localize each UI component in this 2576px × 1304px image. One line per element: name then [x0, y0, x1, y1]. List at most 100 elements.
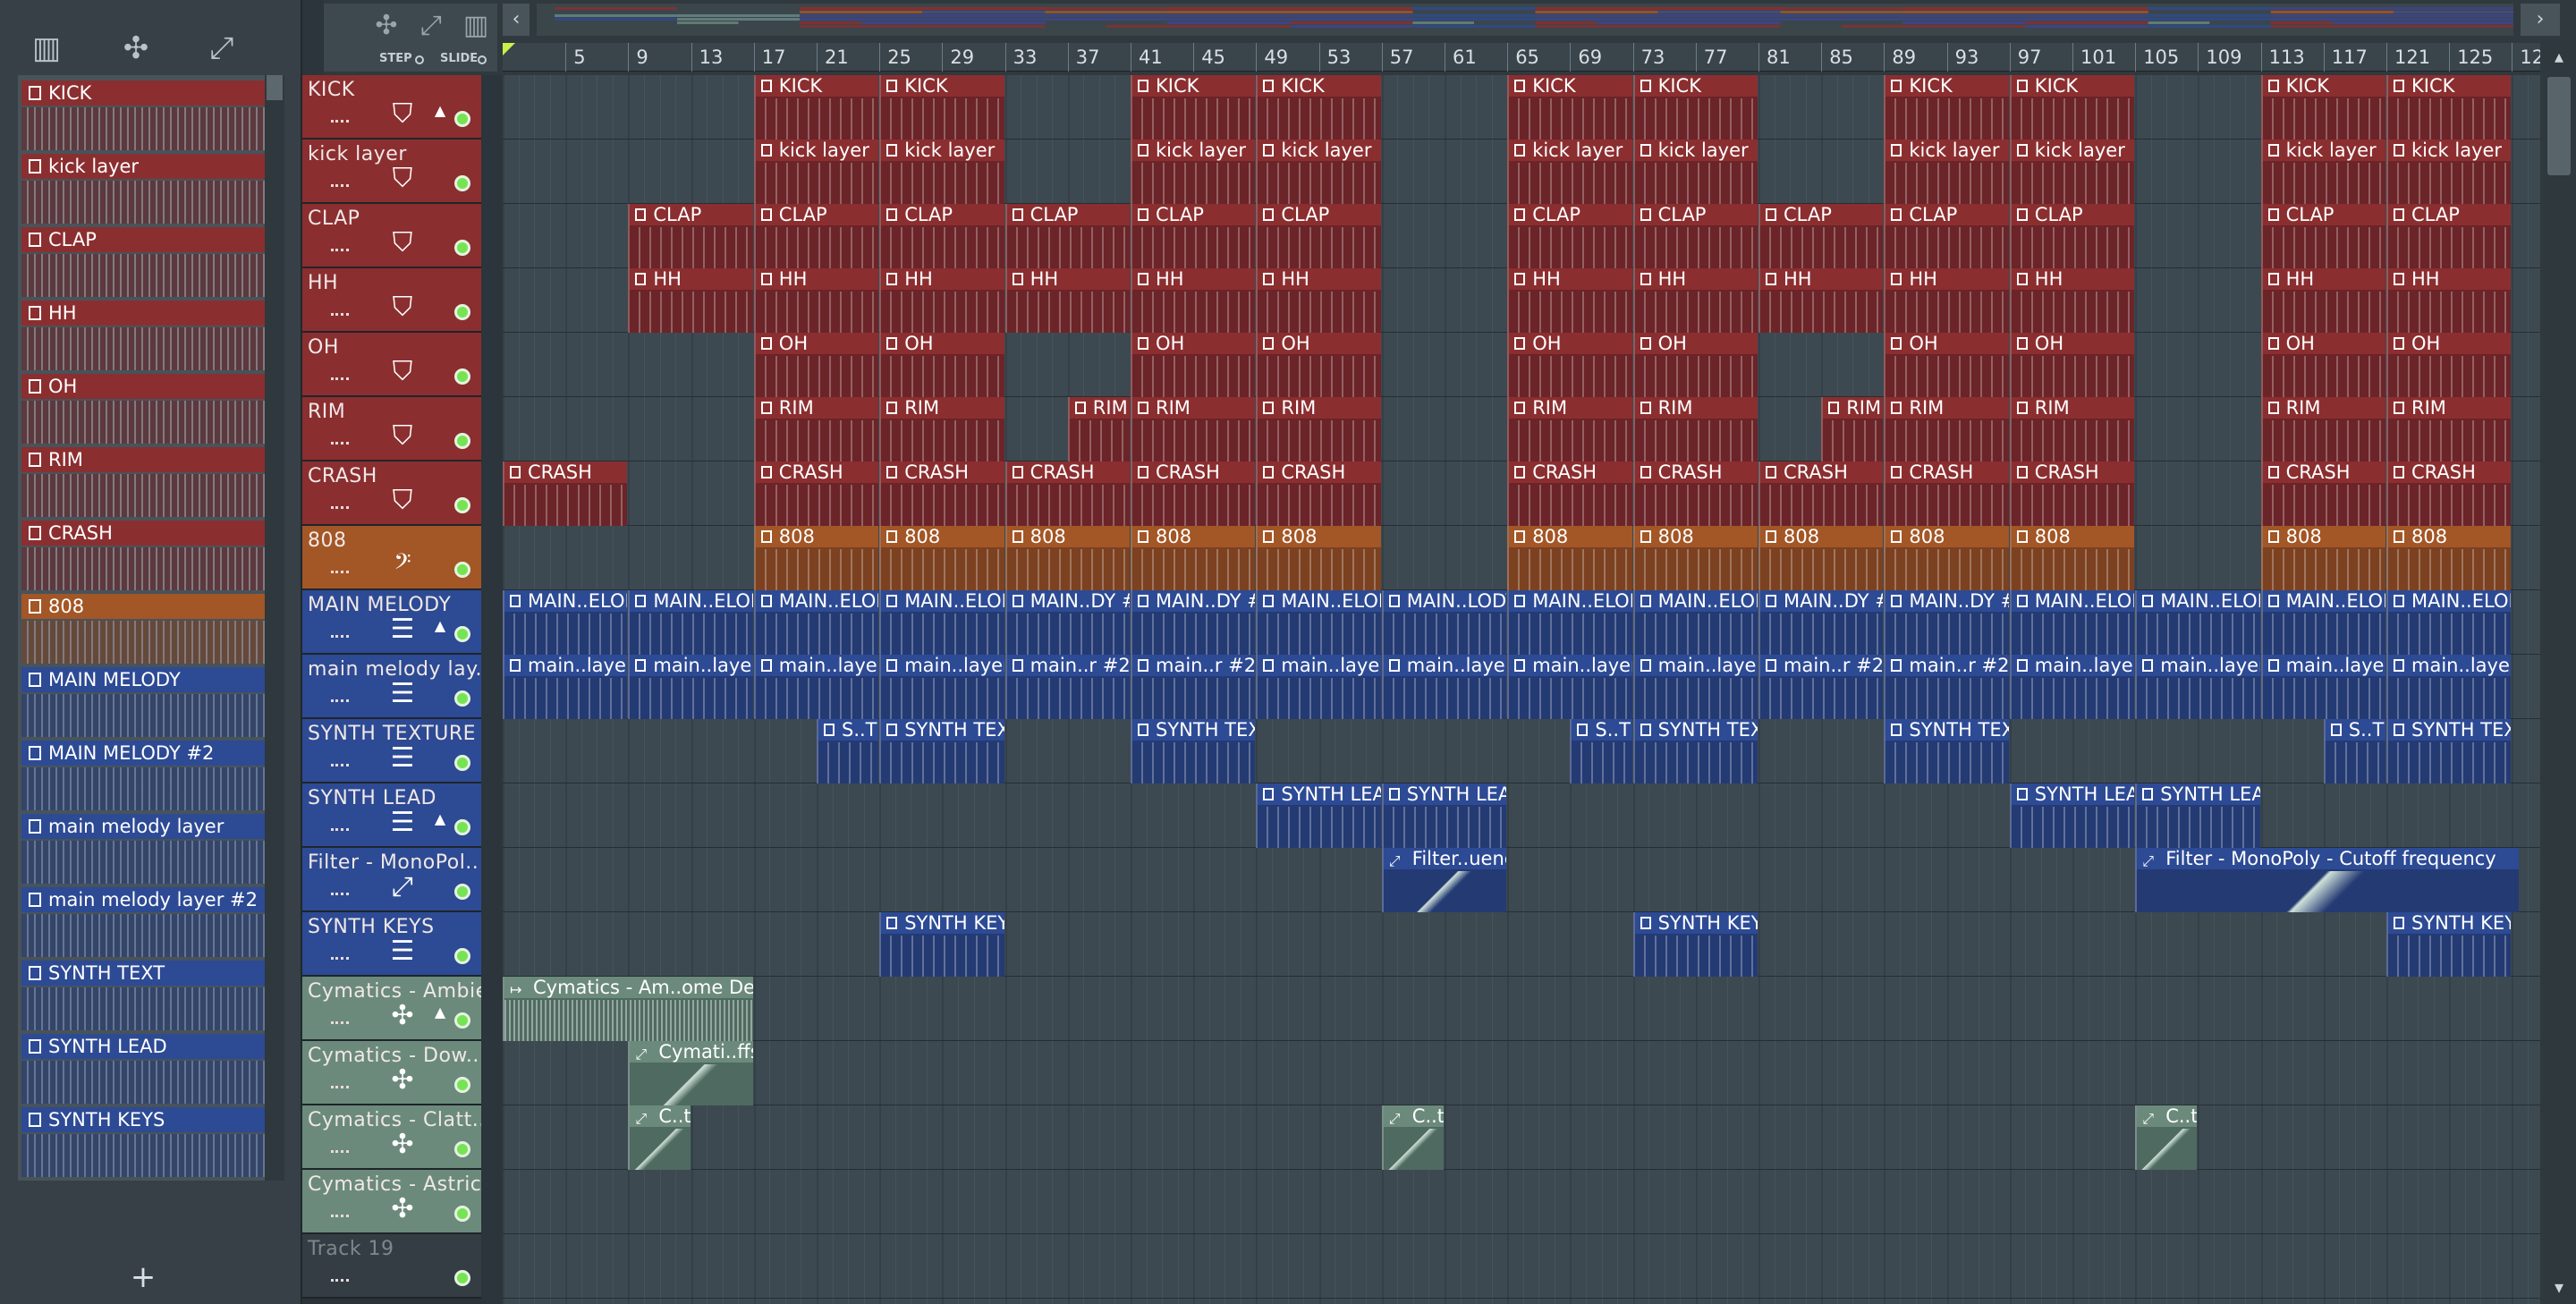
track-lane[interactable]: RIM RIM RIM RIM RIM RIM RIM RIM RIM RIM RIM RIM — [503, 397, 2540, 461]
track-mute-led[interactable] — [454, 626, 470, 642]
clip[interactable]: CRASH — [503, 461, 628, 526]
track-mute-led[interactable] — [454, 240, 470, 256]
pattern-item[interactable]: HH — [21, 301, 281, 374]
pattern-item[interactable]: 808 — [21, 594, 281, 667]
clip[interactable]: CLAP — [1758, 204, 1884, 268]
track-menu-dots-icon[interactable] — [331, 699, 349, 703]
clip[interactable]: HH — [628, 268, 753, 333]
track-mute-led[interactable] — [454, 948, 470, 964]
clip[interactable]: 808 — [1758, 526, 1884, 590]
track-mute-led[interactable] — [454, 755, 470, 771]
clip[interactable]: main..layer — [503, 655, 628, 719]
song-overview[interactable] — [537, 4, 2524, 36]
audio-clips-icon[interactable]: ✣ — [109, 25, 163, 72]
clip[interactable]: OH — [879, 333, 1004, 397]
clip[interactable]: CLAP — [2009, 204, 2135, 268]
clip[interactable]: 808 — [2260, 526, 2385, 590]
clip[interactable]: main..layer — [2260, 655, 2385, 719]
pattern-header[interactable]: SYNTH LEAD — [21, 1034, 281, 1059]
clip[interactable]: CLAP — [2260, 204, 2385, 268]
track-header[interactable]: main melody lay.. ☰ — [302, 655, 481, 719]
clip[interactable]: RIM — [1131, 397, 1256, 461]
timeline-ruler[interactable]: 5 9 13 17 21 25 29 33 37 41 45 49 53 57 61 65 69 73 77 81 85… — [503, 43, 2555, 72]
vertical-scrollbar[interactable]: ▴ ▾ — [2540, 41, 2576, 1304]
clip[interactable]: kick layer — [2009, 140, 2135, 204]
clip[interactable]: SYNTH TEXT — [1131, 719, 1256, 783]
track-mute-led[interactable] — [454, 819, 470, 835]
clip[interactable]: main..r #2 — [1884, 655, 2009, 719]
pattern-item[interactable]: SYNTH LEAD — [21, 1034, 281, 1107]
clip[interactable]: 808 — [1884, 526, 2009, 590]
clip[interactable]: ⤢ Filter - MonoPoly - Cutoff frequency — [2135, 848, 2520, 912]
track-mute-led[interactable] — [454, 1012, 470, 1029]
clip[interactable]: HH — [1256, 268, 1381, 333]
track-menu-dots-icon[interactable] — [331, 506, 349, 510]
track-lane[interactable]: ⤢ Cymati..ffset — [503, 1041, 2540, 1105]
clip[interactable]: CLAP — [2386, 204, 2512, 268]
pattern-header[interactable]: MAIN MELODY #2 — [21, 741, 281, 766]
clip[interactable]: KICK — [1884, 75, 2009, 140]
track-lane[interactable]: kick layer kick layer kick layer kick layer… — [503, 140, 2540, 204]
clip[interactable]: 808 — [1131, 526, 1256, 590]
clip[interactable]: OH — [753, 333, 879, 397]
automation-clips-icon[interactable]: ⤢ — [195, 25, 249, 72]
clip[interactable]: OH — [1131, 333, 1256, 397]
track-menu-dots-icon[interactable] — [331, 184, 349, 188]
clip[interactable]: SYNTH KEYS — [1632, 912, 1758, 977]
track-mute-led[interactable] — [454, 175, 470, 191]
clip[interactable]: main..layer — [2009, 655, 2135, 719]
clip[interactable]: HH — [1884, 268, 2009, 333]
track-menu-dots-icon[interactable] — [331, 442, 349, 445]
clip[interactable]: MAIN..ELODY — [879, 590, 1004, 655]
clip[interactable]: 808 — [1632, 526, 1758, 590]
clip[interactable]: RIM — [1821, 397, 1884, 461]
clip[interactable]: OH — [1884, 333, 2009, 397]
clip[interactable]: 808 — [2009, 526, 2135, 590]
clip[interactable]: ↦ Cymatics - Am..ome Depot 1 — [503, 977, 753, 1041]
track-menu-dots-icon[interactable] — [331, 893, 349, 896]
clip[interactable]: 808 — [753, 526, 879, 590]
clip[interactable]: kick layer — [1507, 140, 1632, 204]
pattern-header[interactable]: SYNTH KEYS — [21, 1107, 281, 1132]
step-toggle[interactable] — [415, 55, 424, 64]
clip[interactable]: kick layer — [1256, 140, 1381, 204]
clip[interactable]: CLAP — [753, 204, 879, 268]
pattern-item[interactable]: main melody layer #2 — [21, 887, 281, 961]
clip[interactable]: CRASH — [1758, 461, 1884, 526]
clip[interactable]: main..layer — [2386, 655, 2512, 719]
pattern-header[interactable]: CLAP — [21, 227, 281, 252]
clip[interactable]: RIM — [1632, 397, 1758, 461]
clip[interactable]: HH — [2386, 268, 2512, 333]
clip[interactable]: SYNTH LEAD — [2009, 783, 2135, 848]
pattern-header[interactable]: CRASH — [21, 521, 281, 546]
clip[interactable]: 808 — [1256, 526, 1381, 590]
track-lane[interactable]: 808 808 808 808 808 808 808 808 808 808 808 808 — [503, 526, 2540, 590]
clip[interactable]: KICK — [2386, 75, 2512, 140]
pattern-header[interactable]: kick layer — [21, 154, 281, 179]
clip[interactable]: kick layer — [753, 140, 879, 204]
pattern-header[interactable]: RIM — [21, 447, 281, 472]
scroll-left-button[interactable]: ‹ — [503, 4, 530, 36]
pattern-item[interactable]: CRASH — [21, 521, 281, 594]
clip[interactable]: CLAP — [1507, 204, 1632, 268]
clip[interactable]: RIM — [2386, 397, 2512, 461]
clip[interactable]: 808 — [2386, 526, 2512, 590]
track-lane[interactable]: S..T SYNTH TEXT SYNTH TEXT S..T SYNTH TEXT SY… — [503, 719, 2540, 783]
track-menu-dots-icon[interactable] — [331, 377, 349, 381]
clip[interactable]: RIM — [2260, 397, 2385, 461]
clip[interactable]: SYNTH KEYS — [879, 912, 1004, 977]
track-lane[interactable] — [503, 1234, 2540, 1299]
clip[interactable]: MAIN..ELODY — [2135, 590, 2260, 655]
clip[interactable]: KICK — [879, 75, 1004, 140]
clip[interactable]: MAIN..LODY — [1381, 590, 1507, 655]
track-header[interactable]: Track 19 — [302, 1234, 481, 1299]
track-menu-dots-icon[interactable] — [331, 1021, 349, 1025]
clip[interactable]: RIM — [753, 397, 879, 461]
clip[interactable]: HH — [1131, 268, 1256, 333]
clip[interactable]: RIM — [1507, 397, 1632, 461]
clip[interactable]: main..r #2 — [1131, 655, 1256, 719]
clip[interactable]: HH — [2009, 268, 2135, 333]
pattern-header[interactable]: main melody layer — [21, 814, 281, 839]
pattern-item[interactable]: CLAP — [21, 227, 281, 301]
clip[interactable]: SYNTH TEXT — [1884, 719, 2009, 783]
